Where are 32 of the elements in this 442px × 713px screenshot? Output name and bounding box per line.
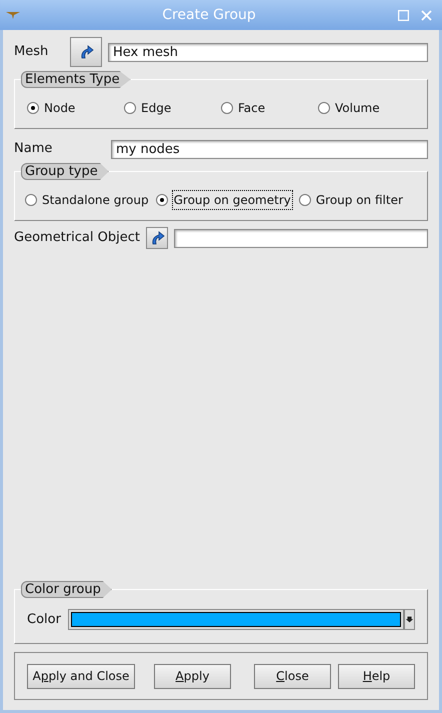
dialog-button[interactable]: Apply and Close (27, 664, 135, 688)
option-label: Standalone group (41, 192, 150, 209)
group-title: Color group (21, 581, 112, 598)
select-button[interactable] (146, 227, 168, 249)
window-title: Create Group (161, 6, 257, 24)
option-label: Node (43, 100, 76, 117)
dialog-button[interactable]: Close (254, 664, 331, 688)
option-label: Group on filter (314, 192, 404, 209)
group-title: Group type (21, 163, 109, 180)
option-label: Edge (140, 100, 172, 117)
radio-option[interactable]: Node (27, 99, 124, 117)
text-field[interactable] (174, 228, 428, 248)
field-label: Mesh (14, 43, 50, 62)
radio-option[interactable]: Standalone group (25, 191, 150, 209)
text-field[interactable]: my nodes (111, 140, 428, 158)
radio-option[interactable]: Edge (124, 99, 221, 117)
dialog-button[interactable]: Apply (154, 664, 231, 688)
option-label: Volume (334, 100, 381, 117)
radio-option[interactable]: Face (221, 99, 318, 117)
radio-option[interactable]: Volume (318, 99, 415, 117)
dialog-button[interactable]: Help (338, 664, 415, 688)
arrow-down-icon[interactable] (404, 609, 415, 630)
text-field[interactable]: Hex mesh (108, 42, 428, 62)
option-label: Face (237, 100, 266, 117)
field-label: Geometrical Object (14, 229, 140, 248)
app-icon (6, 11, 20, 19)
group-title: Elements Type (21, 71, 131, 88)
field-label: Name (14, 140, 54, 158)
color-picker[interactable] (68, 609, 415, 630)
field-label: Color (27, 610, 61, 629)
select-button[interactable] (70, 37, 102, 67)
radio-option[interactable]: Group on filter (298, 191, 404, 209)
